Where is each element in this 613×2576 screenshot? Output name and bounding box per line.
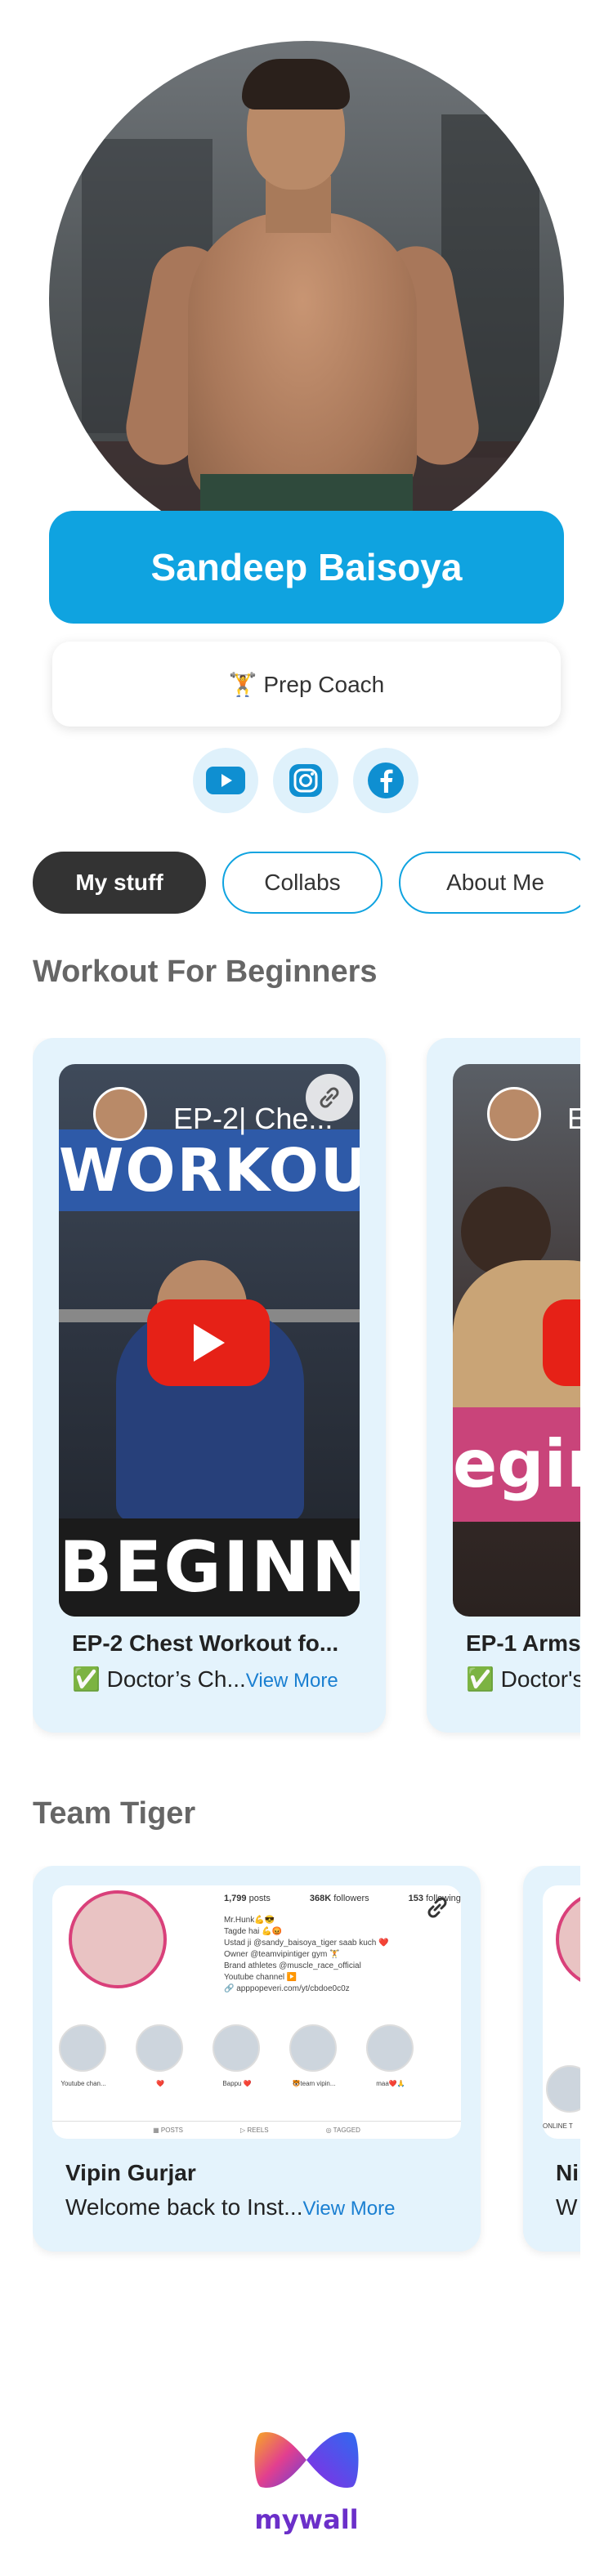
view-more-link[interactable]: View More xyxy=(303,2198,396,2220)
followers-count: 368K xyxy=(309,1894,332,1903)
followers-label: followers xyxy=(333,1894,369,1903)
highlight: Bappu ❤️ xyxy=(213,2024,262,2087)
highlight-label: Bappu ❤️ xyxy=(222,2080,252,2087)
highlight-circle xyxy=(289,2024,337,2072)
instagram-icon xyxy=(289,764,322,797)
followers-stat: 368K followers xyxy=(310,1894,369,1903)
play-icon xyxy=(194,1324,225,1362)
collab-card[interactable]: ONLINE T Ni W xyxy=(523,1866,580,2252)
thumb-pink-banner: eginn xyxy=(453,1407,580,1522)
channel-avatar xyxy=(487,1087,541,1141)
posts-stat: 1,799 posts xyxy=(224,1894,271,1903)
highlight: ❤️ xyxy=(136,2024,185,2087)
highlight-label: Youtube chan... xyxy=(60,2080,106,2087)
highlight-circle xyxy=(546,2065,580,2113)
bio-line: Tagde hai 💪😡 xyxy=(224,1927,283,1936)
video-thumbnail[interactable]: E eginn xyxy=(453,1064,580,1617)
highlight: 🐯team vipin... xyxy=(289,2024,338,2087)
collab-name: Ni xyxy=(556,2160,579,2185)
collab-avatar xyxy=(69,1890,167,1988)
bio-line: Mr.Hunk💪😎 xyxy=(224,1916,275,1925)
facebook-icon xyxy=(368,763,404,798)
profile-bio: 🏋️ Prep Coach xyxy=(52,642,561,727)
thumb-bottom-text: BEGINN xyxy=(59,1518,360,1617)
mywall-logo-mark xyxy=(254,2431,359,2489)
tab-my-stuff[interactable]: My stuff xyxy=(33,852,206,914)
highlight: Youtube chan... xyxy=(59,2024,108,2087)
facebook-link[interactable] xyxy=(353,748,418,813)
video-thumbnail[interactable]: WORKOUT EP-2| Che... BEGINN xyxy=(59,1064,360,1617)
play-button[interactable] xyxy=(543,1299,580,1386)
video-title: EP-1 Arms xyxy=(466,1630,580,1656)
youtube-link[interactable] xyxy=(193,748,258,813)
highlight-circle xyxy=(136,2024,183,2072)
link-icon xyxy=(427,1897,447,1918)
bio-line: Ustad ji @sandy_baisoya_tiger saab kuch … xyxy=(224,1939,389,1948)
highlight-label: 🐯team vipin... xyxy=(292,2080,336,2087)
instagram-preview[interactable]: 1,799 posts 368K followers 153 following… xyxy=(52,1885,461,2139)
collab-avatar xyxy=(556,1890,580,1988)
profile-photo xyxy=(49,41,564,556)
video-description: ✅ Doctor’s Ch...View More xyxy=(72,1666,374,1693)
link-button[interactable] xyxy=(306,1074,353,1121)
instagram-link[interactable] xyxy=(273,748,338,813)
posts-count: 1,799 xyxy=(224,1894,247,1903)
highlight-label: maa❤️🙏 xyxy=(376,2080,405,2087)
tab-about-me[interactable]: About Me xyxy=(399,852,580,914)
youtube-icon xyxy=(206,767,245,794)
bio-line: 🔗 apppopeveri.com/yt/cbdoe0c0z xyxy=(224,1984,350,1993)
collab-description: Welcome back to Inst...View More xyxy=(65,2194,458,2220)
bio-line: Owner @teamvipintiger gym 🏋️ xyxy=(224,1950,340,1959)
profile-name: Sandeep Baisoya xyxy=(49,511,564,624)
play-button[interactable] xyxy=(147,1299,270,1386)
thumb-title: E xyxy=(567,1102,580,1135)
bio-line: Brand athletes @muscle_race_official xyxy=(224,1961,361,1970)
instagram-bio: Mr.Hunk💪😎 Tagde hai 💪😡 Ustad ji @sandy_b… xyxy=(224,1915,389,1995)
highlight-label: ONLINE T xyxy=(543,2122,573,2130)
highlight-circle xyxy=(59,2024,106,2072)
channel-avatar xyxy=(93,1087,147,1141)
video-card[interactable]: WORKOUT EP-2| Che... BEGINN EP-2 Chest W… xyxy=(33,1038,386,1733)
thumb-banner-text: WORKOUT xyxy=(59,1129,360,1211)
workout-carousel: WORKOUT EP-2| Che... BEGINN EP-2 Chest W… xyxy=(33,1038,580,1741)
instagram-preview[interactable]: ONLINE T xyxy=(543,1885,580,2139)
video-title: EP-2 Chest Workout fo... xyxy=(72,1630,339,1656)
link-button[interactable] xyxy=(414,1884,461,1931)
description-text: Welcome back to Inst... xyxy=(65,2194,303,2220)
instagram-tab-reels: ▷ REELS xyxy=(240,2127,269,2134)
highlight-label: ❤️ xyxy=(156,2080,164,2087)
social-links xyxy=(193,748,418,813)
section-title-team: Team Tiger xyxy=(33,1796,196,1831)
collab-card[interactable]: 1,799 posts 368K followers 153 following… xyxy=(33,1866,481,2252)
person-hair xyxy=(242,59,350,110)
video-description: ✅ Doctor's xyxy=(466,1666,580,1692)
bio-line: Youtube channel ▶️ xyxy=(224,1973,298,1982)
instagram-highlights: Youtube chan... ❤️ Bappu ❤️ 🐯team vipin.… xyxy=(59,2024,415,2087)
section-title-workout: Workout For Beginners xyxy=(33,955,378,989)
highlight: maa❤️🙏 xyxy=(366,2024,415,2087)
instagram-tabs: ▦ POSTS ▷ REELS ◎ TAGGED xyxy=(52,2121,461,2139)
link-icon xyxy=(320,1087,339,1108)
view-more-link[interactable]: View More xyxy=(246,1670,338,1692)
instagram-tab-posts: ▦ POSTS xyxy=(153,2127,184,2134)
instagram-tab-tagged: ◎ TAGGED xyxy=(325,2127,360,2134)
posts-label: posts xyxy=(248,1894,271,1903)
highlight-circle xyxy=(213,2024,260,2072)
description-text: ✅ Doctor’s Ch... xyxy=(72,1666,246,1692)
tab-collabs[interactable]: Collabs xyxy=(222,852,383,914)
content-tabs: My stuff Collabs About Me xyxy=(33,852,580,915)
video-card[interactable]: E eginn EP-1 Arms ✅ Doctor's xyxy=(427,1038,580,1733)
mywall-brand-text: mywall xyxy=(254,2504,359,2535)
person-torso xyxy=(188,212,417,507)
collab-description: W xyxy=(556,2194,578,2220)
highlight-circle xyxy=(366,2024,414,2072)
collab-name: Vipin Gurjar xyxy=(65,2160,196,2185)
mywall-logo[interactable]: mywall xyxy=(249,2423,364,2538)
team-carousel: 1,799 posts 368K followers 153 following… xyxy=(33,1866,580,2266)
